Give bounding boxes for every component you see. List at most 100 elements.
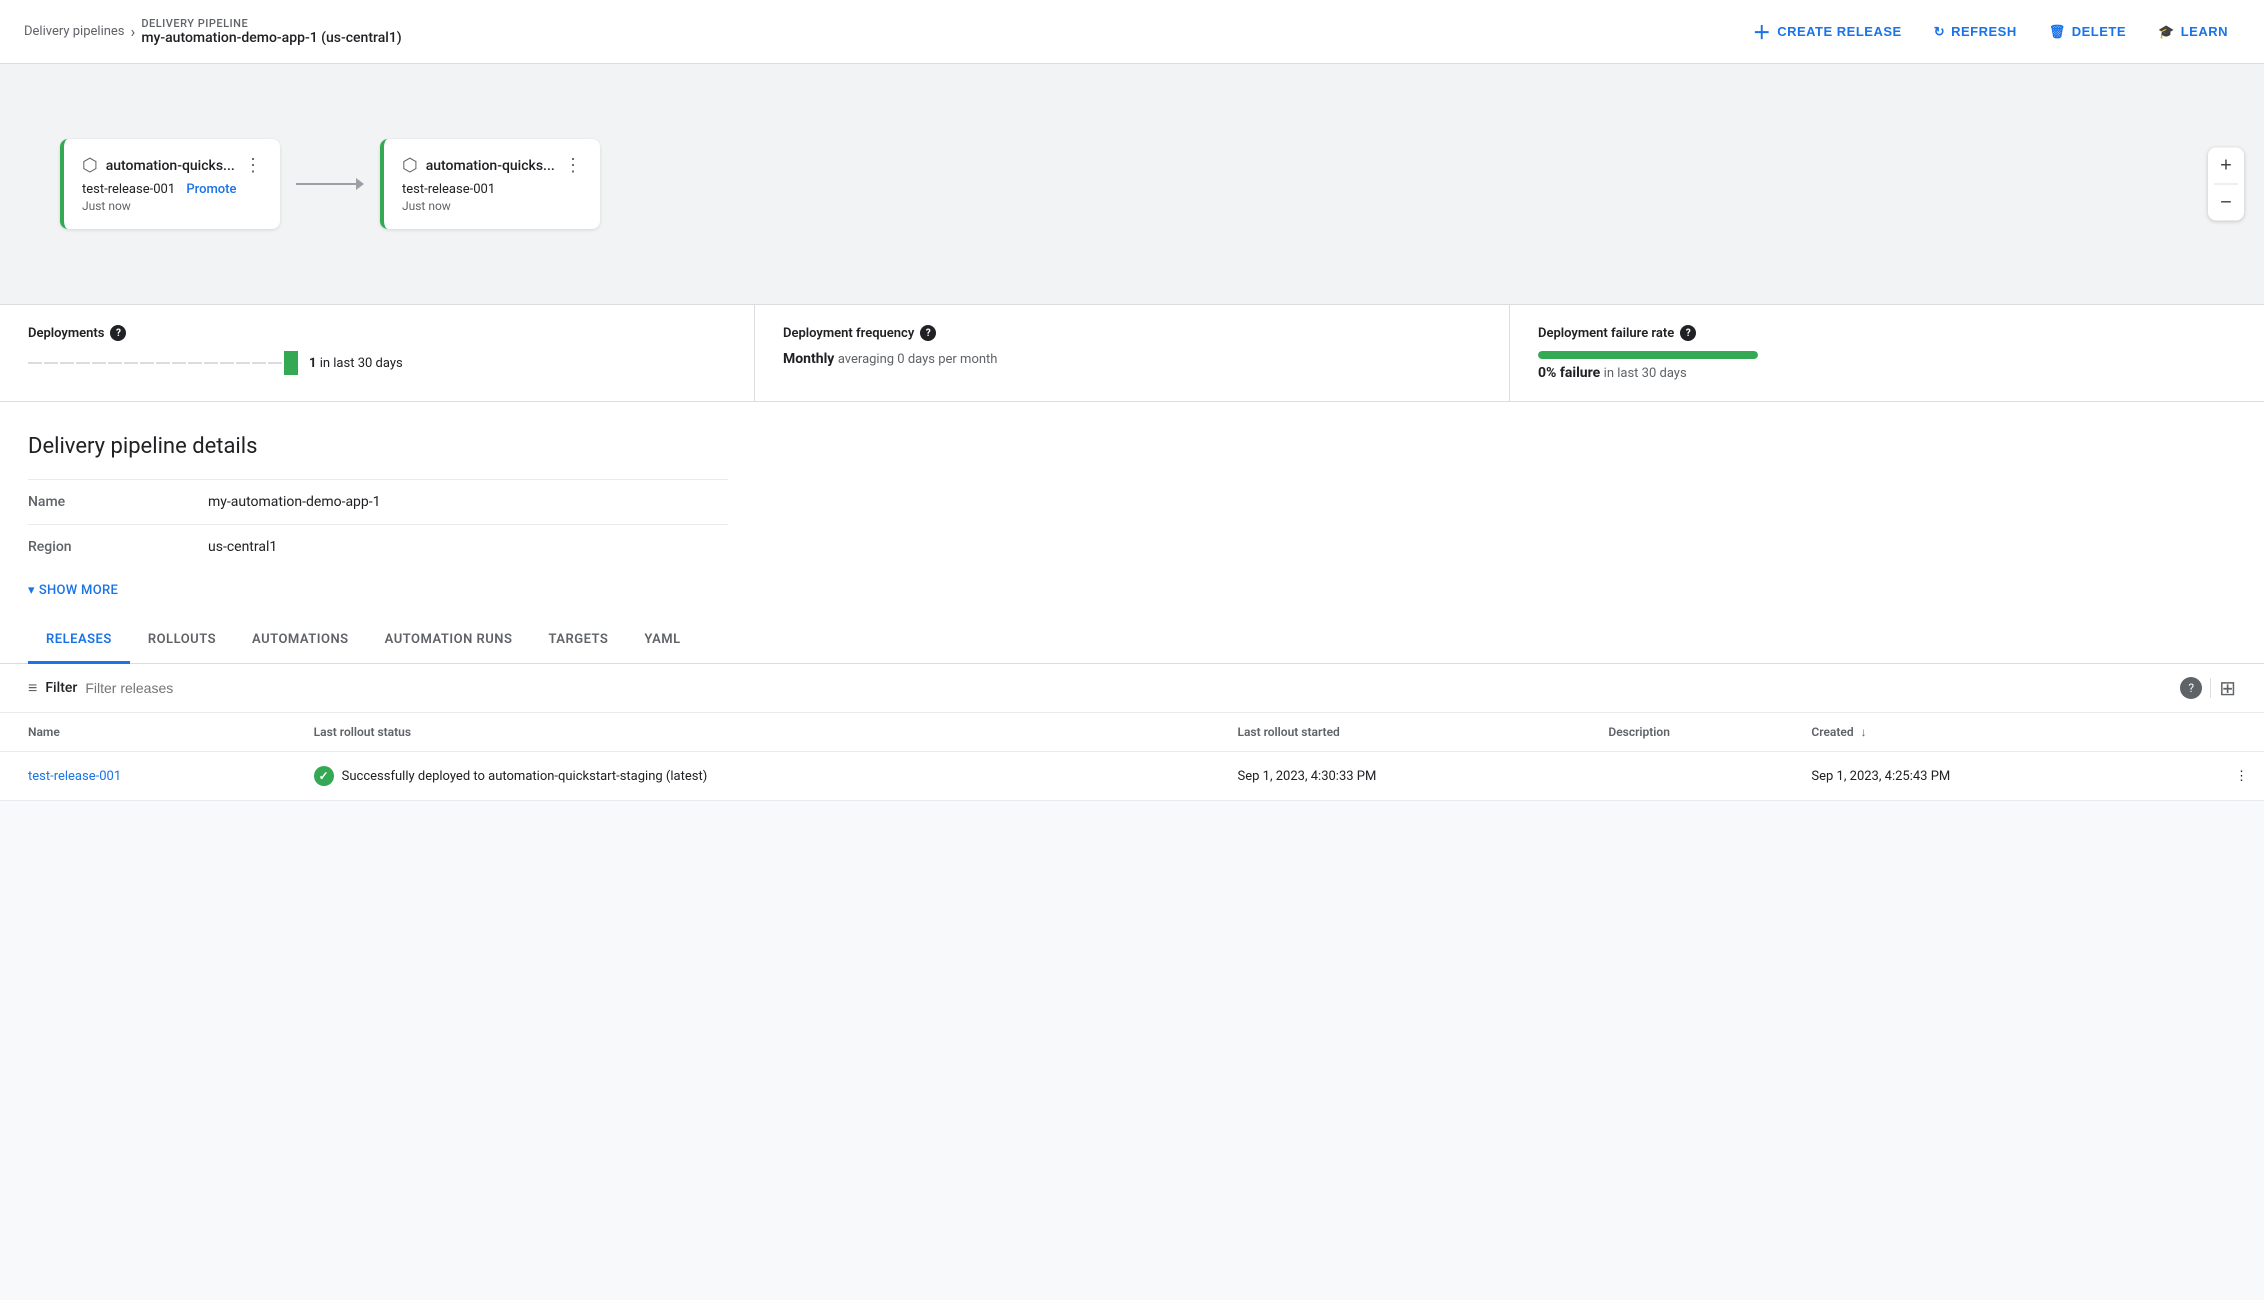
pipeline-node-2: ⬡ automation-quicks... ⋮ test-release-00… bbox=[380, 139, 600, 229]
pipeline-arrow bbox=[280, 178, 380, 190]
node-2-title: automation-quicks... bbox=[426, 158, 555, 174]
refresh-button[interactable]: ↻ REFRESH bbox=[1922, 16, 2029, 48]
node-1-time: Just now bbox=[82, 199, 262, 213]
zoom-in-button[interactable]: + bbox=[2208, 148, 2244, 184]
tab-automations[interactable]: AUTOMATIONS bbox=[234, 618, 367, 664]
refresh-icon: ↻ bbox=[1934, 24, 1945, 40]
breadcrumb-separator: › bbox=[131, 22, 136, 41]
learn-button[interactable]: 🎓 LEARN bbox=[2146, 16, 2240, 48]
metrics-row: Deployments ? 1 in last 30 days Deployme… bbox=[0, 304, 2264, 402]
release-more-button[interactable]: ⋮ bbox=[2166, 752, 2264, 801]
metric-deployments: Deployments ? 1 in last 30 days bbox=[0, 305, 755, 401]
filter-divider bbox=[2210, 678, 2211, 698]
details-value: my-automation-demo-app-1 bbox=[208, 480, 728, 525]
node-1-promote-button[interactable]: Promote bbox=[186, 182, 236, 197]
tab-releases[interactable]: RELEASES bbox=[28, 618, 130, 664]
column-toggle-button[interactable]: ⊞ bbox=[2219, 676, 2236, 700]
breadcrumb: Delivery pipelines › DELIVERY PIPELINE m… bbox=[24, 17, 402, 46]
table-header: NameLast rollout statusLast rollout star… bbox=[0, 713, 2264, 752]
failure-help-icon[interactable]: ? bbox=[1680, 325, 1696, 341]
col-actions bbox=[2166, 713, 2264, 752]
pipeline-canvas: ⬡ automation-quicks... ⋮ test-release-00… bbox=[0, 64, 2264, 304]
col-name: Name bbox=[0, 713, 298, 752]
zoom-controls: + − bbox=[2208, 148, 2244, 221]
create-release-label: CREATE RELEASE bbox=[1777, 24, 1902, 39]
deployments-label: Deployments ? bbox=[28, 325, 726, 341]
failure-label: Deployment failure rate ? bbox=[1538, 325, 2236, 341]
node-1-title-wrap: ⬡ automation-quicks... bbox=[82, 155, 235, 176]
metric-failure: Deployment failure rate ? 0% failure in … bbox=[1510, 305, 2264, 401]
sort-icon: ↓ bbox=[1858, 725, 1867, 739]
tab-rollouts[interactable]: ROLLOUTS bbox=[130, 618, 234, 664]
filter-input[interactable] bbox=[85, 680, 266, 696]
release-created-cell: Sep 1, 2023, 4:25:43 PM bbox=[1795, 752, 2166, 801]
filter-right: ? ⊞ bbox=[2180, 676, 2236, 700]
details-table: Namemy-automation-demo-app-1Regionus-cen… bbox=[28, 479, 728, 569]
arrow-line bbox=[296, 183, 356, 185]
dash-lines bbox=[28, 351, 298, 375]
section-title: Delivery pipeline details bbox=[28, 434, 2236, 459]
col-started: Last rollout started bbox=[1222, 713, 1593, 752]
col-created[interactable]: Created ↓ bbox=[1795, 713, 2166, 752]
table-row: test-release-001 Successfully deployed t… bbox=[0, 752, 2264, 801]
filter-help-icon[interactable]: ? bbox=[2180, 677, 2202, 699]
deployments-chart: 1 in last 30 days bbox=[28, 351, 726, 375]
releases-table: NameLast rollout statusLast rollout star… bbox=[0, 713, 2264, 801]
tab-targets[interactable]: TARGETS bbox=[530, 618, 626, 664]
node-2-more-button[interactable]: ⋮ bbox=[564, 157, 582, 175]
filter-icon: ≡ bbox=[28, 678, 37, 698]
tab-yaml[interactable]: YAML bbox=[626, 618, 698, 664]
release-status-cell: Successfully deployed to automation-quic… bbox=[298, 752, 1222, 801]
node-1-title: automation-quicks... bbox=[106, 158, 235, 174]
node-1-icon: ⬡ bbox=[82, 155, 98, 176]
metric-frequency: Deployment frequency ? Monthly averaging… bbox=[755, 305, 1510, 401]
node-2-release: test-release-001 bbox=[402, 182, 582, 197]
frequency-label: Deployment frequency ? bbox=[783, 325, 1481, 341]
deployments-help-icon[interactable]: ? bbox=[110, 325, 126, 341]
delivery-pipelines-link[interactable]: Delivery pipelines bbox=[24, 24, 125, 39]
pipeline-label: DELIVERY PIPELINE bbox=[141, 17, 401, 30]
failure-value: 0% failure in last 30 days bbox=[1538, 365, 2236, 381]
release-link[interactable]: test-release-001 bbox=[28, 769, 121, 784]
top-actions: ＋ CREATE RELEASE ↻ REFRESH 🗑 DELETE 🎓 LE… bbox=[1741, 11, 2240, 53]
pipeline-node-1: ⬡ automation-quicks... ⋮ test-release-00… bbox=[60, 139, 280, 229]
status-success-icon bbox=[314, 766, 334, 786]
node-1-more-button[interactable]: ⋮ bbox=[244, 157, 262, 175]
pipeline-name: my-automation-demo-app-1 (us-central1) bbox=[141, 30, 401, 46]
node-2-header: ⬡ automation-quicks... ⋮ bbox=[402, 155, 582, 176]
details-row: Regionus-central1 bbox=[28, 525, 728, 570]
zoom-out-button[interactable]: − bbox=[2208, 185, 2244, 221]
top-bar: Delivery pipelines › DELIVERY PIPELINE m… bbox=[0, 0, 2264, 64]
show-more-label: SHOW MORE bbox=[39, 583, 118, 598]
frequency-value: Monthly averaging 0 days per month bbox=[783, 351, 1481, 367]
delete-icon: 🗑 bbox=[2049, 24, 2066, 40]
tabs-bar: RELEASESROLLOUTSAUTOMATIONSAUTOMATION RU… bbox=[0, 618, 2264, 664]
pipeline-nodes: ⬡ automation-quicks... ⋮ test-release-00… bbox=[60, 139, 600, 229]
filter-bar: ≡ Filter ? ⊞ bbox=[0, 664, 2264, 713]
details-row: Namemy-automation-demo-app-1 bbox=[28, 480, 728, 525]
node-2-title-wrap: ⬡ automation-quicks... bbox=[402, 155, 555, 176]
learn-label: LEARN bbox=[2181, 24, 2228, 39]
release-started-cell: Sep 1, 2023, 4:30:33 PM bbox=[1222, 752, 1593, 801]
tab-automation-runs[interactable]: AUTOMATION RUNS bbox=[367, 618, 531, 664]
details-key: Region bbox=[28, 525, 208, 570]
arrow-head bbox=[356, 178, 364, 190]
delete-label: DELETE bbox=[2072, 24, 2126, 39]
release-status-text: Successfully deployed to automation-quic… bbox=[342, 769, 708, 784]
create-release-plus-icon: ＋ bbox=[1753, 19, 1772, 45]
col-status: Last rollout status bbox=[298, 713, 1222, 752]
col-description: Description bbox=[1592, 713, 1795, 752]
details-section: Delivery pipeline details Namemy-automat… bbox=[0, 402, 2264, 618]
node-1-header: ⬡ automation-quicks... ⋮ bbox=[82, 155, 262, 176]
frequency-help-icon[interactable]: ? bbox=[920, 325, 936, 341]
release-name-cell: test-release-001 bbox=[0, 752, 298, 801]
details-key: Name bbox=[28, 480, 208, 525]
node-2-icon: ⬡ bbox=[402, 155, 418, 176]
filter-label: Filter bbox=[45, 680, 77, 696]
delete-button[interactable]: 🗑 DELETE bbox=[2037, 16, 2138, 48]
filter-left: ≡ Filter bbox=[28, 678, 266, 698]
failure-bar-fill bbox=[1538, 351, 1758, 359]
create-release-button[interactable]: ＋ CREATE RELEASE bbox=[1741, 11, 1914, 53]
show-more-button[interactable]: ▾ SHOW MORE bbox=[28, 569, 2236, 618]
failure-bar-track bbox=[1538, 351, 1758, 359]
